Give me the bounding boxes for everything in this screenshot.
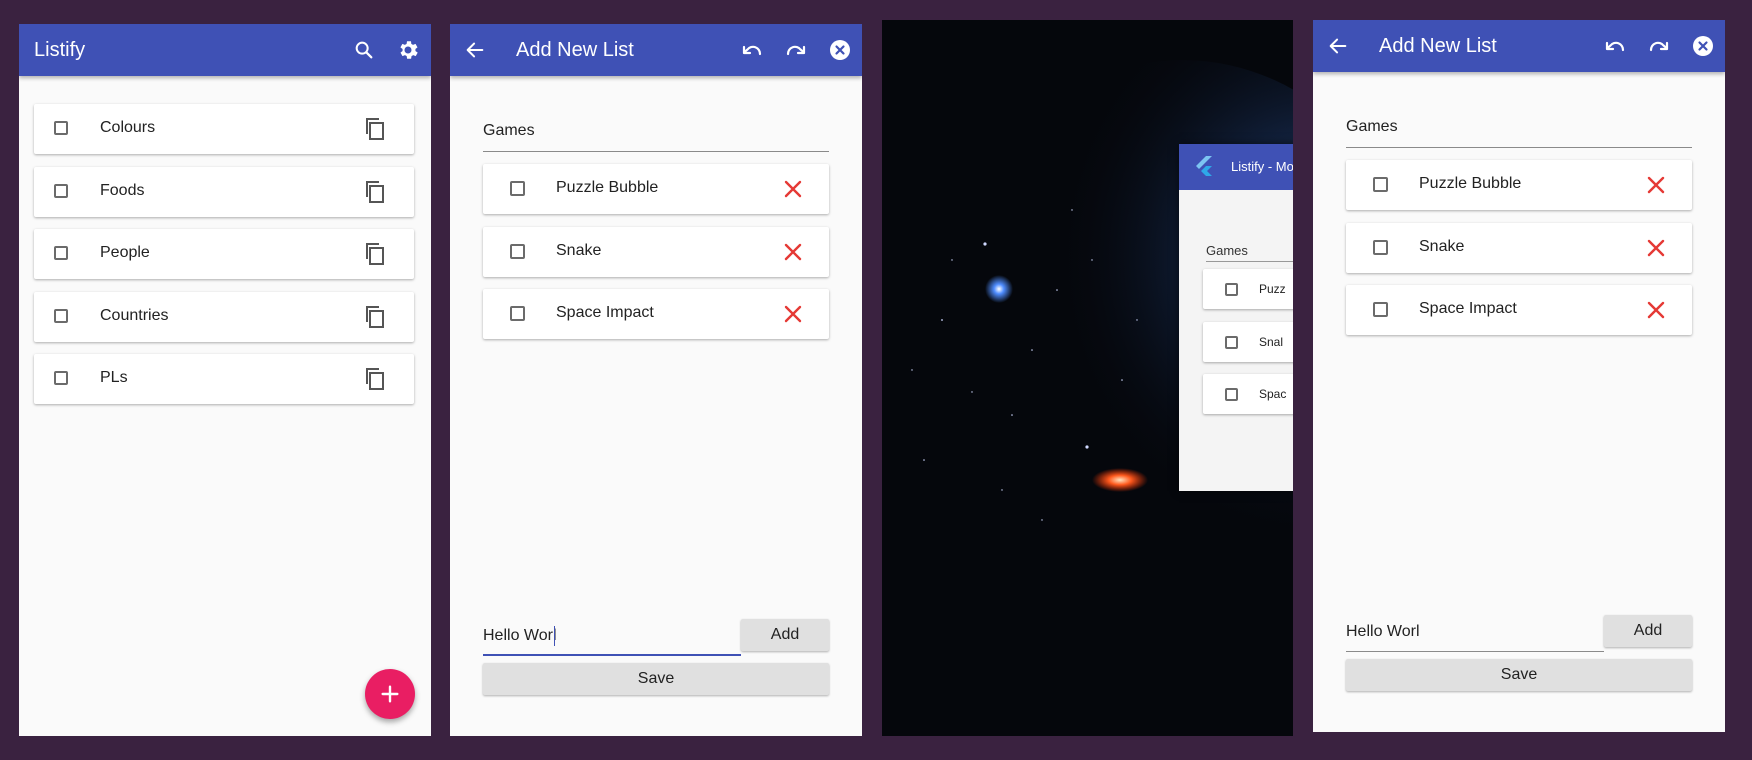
- screen-title: Add New List: [516, 38, 634, 61]
- item-label: Space Impact: [556, 304, 654, 321]
- list-card[interactable]: Foods: [34, 166, 414, 217]
- list-checkbox[interactable]: [54, 371, 68, 385]
- delete-icon[interactable]: [1646, 300, 1666, 325]
- list-name-underline: [1346, 147, 1692, 148]
- preview-checkbox: [1225, 335, 1238, 349]
- gear-icon[interactable]: [388, 24, 428, 76]
- preview-checkbox: [1225, 283, 1238, 296]
- add-list-screen-editing: Add New List Games Puzzle Bubble Snake Spa…: [450, 24, 862, 736]
- item-checkbox[interactable]: [510, 181, 525, 196]
- window-preview[interactable]: Listify - Mo Games Puzz Snal Spac: [1179, 144, 1293, 491]
- search-icon[interactable]: [344, 24, 384, 76]
- list-card[interactable]: Colours: [34, 104, 414, 154]
- list-checkbox[interactable]: [54, 121, 68, 135]
- list-item: Puzzle Bubble: [1346, 160, 1692, 210]
- close-circle-icon[interactable]: [820, 24, 860, 76]
- app-bar: Listify: [19, 24, 431, 76]
- list-card[interactable]: PLs: [34, 354, 414, 404]
- copy-icon[interactable]: [364, 305, 386, 334]
- item-label: Space Impact: [1419, 300, 1517, 317]
- list-name-field[interactable]: Games: [1346, 118, 1398, 136]
- list-card[interactable]: People: [34, 229, 414, 279]
- plus-icon: [381, 685, 399, 703]
- copy-icon[interactable]: [364, 117, 386, 146]
- app-bar: Add New List: [1313, 20, 1725, 72]
- list-item: Space Impact: [483, 289, 829, 339]
- list-label: Colours: [100, 119, 156, 136]
- screen-title: Add New List: [1379, 34, 1497, 57]
- list-label: PLs: [100, 369, 128, 386]
- item-label: Puzzle Bubble: [556, 179, 659, 196]
- add-list-screen: Add New List Games Puzzle Bubble Snake Spa…: [1313, 20, 1725, 732]
- undo-icon[interactable]: [732, 24, 772, 76]
- list-checkbox[interactable]: [54, 183, 68, 198]
- undo-icon[interactable]: [1595, 20, 1635, 72]
- list-item: Space Impact: [1346, 285, 1692, 335]
- window-title: Listify - Mo: [1231, 159, 1293, 174]
- item-checkbox[interactable]: [1373, 177, 1388, 192]
- app-bar: Add New List: [450, 24, 862, 76]
- preview-checkbox: [1225, 388, 1238, 401]
- delete-icon[interactable]: [783, 304, 803, 329]
- add-list-fab[interactable]: [365, 669, 415, 719]
- preview-item: Spac: [1203, 374, 1293, 414]
- list-label: Foods: [100, 181, 145, 199]
- copy-icon[interactable]: [364, 367, 386, 396]
- item-checkbox[interactable]: [510, 306, 525, 321]
- list-label: Countries: [100, 306, 169, 324]
- item-label: Puzzle Bubble: [1419, 175, 1522, 192]
- delete-icon[interactable]: [783, 242, 803, 267]
- window-title-bar: Listify - Mo: [1179, 144, 1293, 190]
- new-item-input[interactable]: Hello Worl: [1346, 623, 1420, 641]
- item-checkbox[interactable]: [1373, 302, 1388, 317]
- copy-icon[interactable]: [364, 242, 386, 271]
- flutter-logo-icon: [1196, 156, 1212, 176]
- item-checkbox[interactable]: [1373, 239, 1388, 255]
- add-item-button[interactable]: Add: [1604, 615, 1692, 647]
- preview-underline: [1206, 261, 1293, 262]
- app-title: Listify: [34, 38, 86, 61]
- preview-item-label: Puzz: [1259, 282, 1286, 296]
- list-item: Snake: [1346, 222, 1692, 273]
- item-label: Snake: [1419, 237, 1465, 255]
- new-item-underline-focused: [483, 654, 741, 656]
- list-checkbox[interactable]: [54, 246, 68, 260]
- copy-icon[interactable]: [364, 180, 386, 209]
- preview-item-label: Snal: [1259, 334, 1284, 349]
- delete-icon[interactable]: [783, 179, 803, 204]
- save-button[interactable]: Save: [483, 663, 829, 695]
- text-cursor: [554, 626, 555, 646]
- item-label: Snake: [556, 241, 602, 259]
- list-name-underline: [483, 151, 829, 152]
- add-item-button[interactable]: Add: [741, 619, 829, 651]
- new-item-underline: [1346, 651, 1604, 652]
- delete-icon[interactable]: [1646, 238, 1666, 263]
- preview-item: Puzz: [1203, 269, 1293, 309]
- back-arrow-icon[interactable]: [455, 24, 495, 76]
- list-label: People: [100, 244, 150, 261]
- list-checkbox[interactable]: [54, 308, 68, 323]
- new-item-input[interactable]: Hello Worl: [483, 627, 557, 645]
- home-screen: Listify Colours Foods People Countries PLs: [19, 24, 431, 736]
- desktop-wallpaper: Listify - Mo Games Puzz Snal Spac: [882, 20, 1293, 736]
- delete-icon[interactable]: [1646, 175, 1666, 200]
- list-card[interactable]: Countries: [34, 291, 414, 342]
- redo-icon[interactable]: [1639, 20, 1679, 72]
- list-item: Puzzle Bubble: [483, 164, 829, 214]
- list-item: Snake: [483, 226, 829, 277]
- preview-item-label: Spac: [1259, 387, 1287, 401]
- back-arrow-icon[interactable]: [1318, 20, 1358, 72]
- preview-field: Games: [1206, 243, 1248, 258]
- preview-item: Snal: [1203, 321, 1293, 362]
- close-circle-icon[interactable]: [1683, 20, 1723, 72]
- redo-icon[interactable]: [776, 24, 816, 76]
- save-button[interactable]: Save: [1346, 659, 1692, 691]
- item-checkbox[interactable]: [510, 243, 525, 259]
- list-name-field[interactable]: Games: [483, 122, 535, 140]
